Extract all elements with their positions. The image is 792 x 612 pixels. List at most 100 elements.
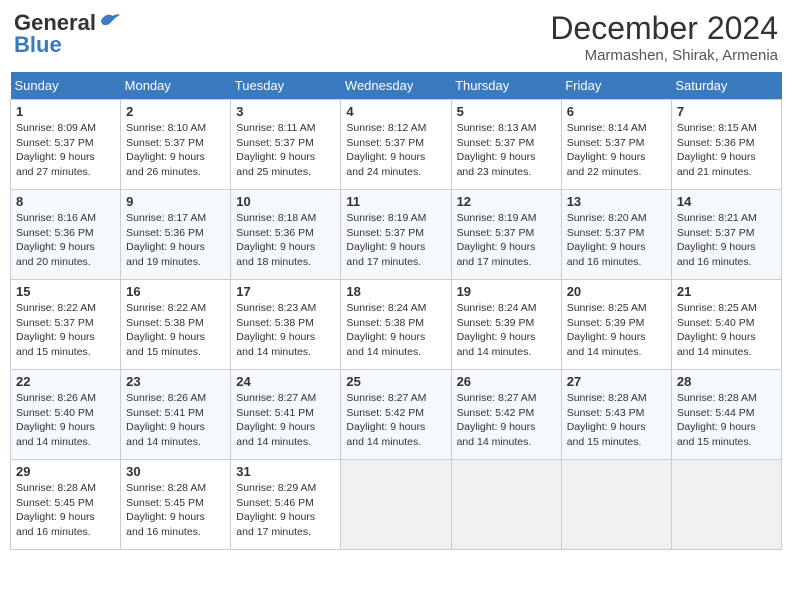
day-info: Sunrise: 8:25 AM Sunset: 5:39 PM Dayligh… bbox=[567, 301, 666, 360]
daylight-label: Daylight: 9 hours and 25 minutes. bbox=[236, 151, 315, 178]
sunrise-label: Sunrise: 8:28 AM bbox=[567, 392, 647, 404]
day-number: 25 bbox=[346, 374, 445, 389]
day-number: 31 bbox=[236, 464, 335, 479]
sunset-label: Sunset: 5:38 PM bbox=[236, 317, 314, 329]
day-info: Sunrise: 8:28 AM Sunset: 5:45 PM Dayligh… bbox=[16, 481, 115, 540]
calendar-day-cell: 17 Sunrise: 8:23 AM Sunset: 5:38 PM Dayl… bbox=[231, 280, 341, 370]
logo-bird-icon bbox=[99, 12, 121, 30]
day-number: 2 bbox=[126, 104, 225, 119]
day-info: Sunrise: 8:20 AM Sunset: 5:37 PM Dayligh… bbox=[567, 211, 666, 270]
calendar-day-cell: 14 Sunrise: 8:21 AM Sunset: 5:37 PM Dayl… bbox=[671, 190, 781, 280]
day-number: 22 bbox=[16, 374, 115, 389]
day-info: Sunrise: 8:14 AM Sunset: 5:37 PM Dayligh… bbox=[567, 121, 666, 180]
daylight-label: Daylight: 9 hours and 17 minutes. bbox=[457, 241, 536, 268]
daylight-label: Daylight: 9 hours and 22 minutes. bbox=[567, 151, 646, 178]
day-info: Sunrise: 8:26 AM Sunset: 5:41 PM Dayligh… bbox=[126, 391, 225, 450]
day-of-week-header: Sunday bbox=[11, 72, 121, 100]
sunrise-label: Sunrise: 8:26 AM bbox=[126, 392, 206, 404]
day-number: 7 bbox=[677, 104, 776, 119]
day-info: Sunrise: 8:28 AM Sunset: 5:43 PM Dayligh… bbox=[567, 391, 666, 450]
daylight-label: Daylight: 9 hours and 24 minutes. bbox=[346, 151, 425, 178]
day-info: Sunrise: 8:09 AM Sunset: 5:37 PM Dayligh… bbox=[16, 121, 115, 180]
day-number: 13 bbox=[567, 194, 666, 209]
daylight-label: Daylight: 9 hours and 14 minutes. bbox=[457, 331, 536, 358]
daylight-label: Daylight: 9 hours and 27 minutes. bbox=[16, 151, 95, 178]
sunset-label: Sunset: 5:37 PM bbox=[346, 137, 424, 149]
daylight-label: Daylight: 9 hours and 15 minutes. bbox=[126, 331, 205, 358]
sunrise-label: Sunrise: 8:28 AM bbox=[677, 392, 757, 404]
daylight-label: Daylight: 9 hours and 14 minutes. bbox=[126, 421, 205, 448]
daylight-label: Daylight: 9 hours and 15 minutes. bbox=[567, 421, 646, 448]
day-number: 11 bbox=[346, 194, 445, 209]
sunrise-label: Sunrise: 8:29 AM bbox=[236, 482, 316, 494]
sunset-label: Sunset: 5:37 PM bbox=[677, 227, 755, 239]
calendar-table: SundayMondayTuesdayWednesdayThursdayFrid… bbox=[10, 72, 782, 550]
sunset-label: Sunset: 5:37 PM bbox=[126, 137, 204, 149]
sunset-label: Sunset: 5:40 PM bbox=[677, 317, 755, 329]
day-number: 10 bbox=[236, 194, 335, 209]
location: Marmashen, Shirak, Armenia bbox=[550, 47, 778, 64]
sunset-label: Sunset: 5:42 PM bbox=[457, 407, 535, 419]
page-header: General Blue December 2024 Marmashen, Sh… bbox=[10, 10, 782, 64]
sunrise-label: Sunrise: 8:11 AM bbox=[236, 122, 315, 134]
calendar-day-cell: 28 Sunrise: 8:28 AM Sunset: 5:44 PM Dayl… bbox=[671, 370, 781, 460]
calendar-day-cell: 11 Sunrise: 8:19 AM Sunset: 5:37 PM Dayl… bbox=[341, 190, 451, 280]
day-number: 3 bbox=[236, 104, 335, 119]
day-info: Sunrise: 8:27 AM Sunset: 5:42 PM Dayligh… bbox=[346, 391, 445, 450]
day-number: 18 bbox=[346, 284, 445, 299]
sunset-label: Sunset: 5:40 PM bbox=[16, 407, 94, 419]
sunset-label: Sunset: 5:37 PM bbox=[457, 137, 535, 149]
daylight-label: Daylight: 9 hours and 14 minutes. bbox=[346, 421, 425, 448]
day-number: 19 bbox=[457, 284, 556, 299]
sunrise-label: Sunrise: 8:27 AM bbox=[346, 392, 426, 404]
calendar-day-cell: 10 Sunrise: 8:18 AM Sunset: 5:36 PM Dayl… bbox=[231, 190, 341, 280]
daylight-label: Daylight: 9 hours and 14 minutes. bbox=[236, 421, 315, 448]
daylight-label: Daylight: 9 hours and 18 minutes. bbox=[236, 241, 315, 268]
sunset-label: Sunset: 5:37 PM bbox=[16, 137, 94, 149]
sunset-label: Sunset: 5:36 PM bbox=[16, 227, 94, 239]
calendar-day-cell: 25 Sunrise: 8:27 AM Sunset: 5:42 PM Dayl… bbox=[341, 370, 451, 460]
calendar-day-cell: 8 Sunrise: 8:16 AM Sunset: 5:36 PM Dayli… bbox=[11, 190, 121, 280]
daylight-label: Daylight: 9 hours and 14 minutes. bbox=[16, 421, 95, 448]
sunrise-label: Sunrise: 8:22 AM bbox=[16, 302, 96, 314]
day-number: 24 bbox=[236, 374, 335, 389]
day-info: Sunrise: 8:19 AM Sunset: 5:37 PM Dayligh… bbox=[346, 211, 445, 270]
calendar-day-cell: 21 Sunrise: 8:25 AM Sunset: 5:40 PM Dayl… bbox=[671, 280, 781, 370]
sunrise-label: Sunrise: 8:18 AM bbox=[236, 212, 316, 224]
daylight-label: Daylight: 9 hours and 16 minutes. bbox=[567, 241, 646, 268]
calendar-day-cell: 15 Sunrise: 8:22 AM Sunset: 5:37 PM Dayl… bbox=[11, 280, 121, 370]
calendar-day-cell: 22 Sunrise: 8:26 AM Sunset: 5:40 PM Dayl… bbox=[11, 370, 121, 460]
sunset-label: Sunset: 5:46 PM bbox=[236, 497, 314, 509]
calendar-day-cell: 27 Sunrise: 8:28 AM Sunset: 5:43 PM Dayl… bbox=[561, 370, 671, 460]
day-number: 15 bbox=[16, 284, 115, 299]
sunrise-label: Sunrise: 8:23 AM bbox=[236, 302, 316, 314]
daylight-label: Daylight: 9 hours and 14 minutes. bbox=[457, 421, 536, 448]
day-of-week-header: Thursday bbox=[451, 72, 561, 100]
sunrise-label: Sunrise: 8:12 AM bbox=[346, 122, 426, 134]
sunrise-label: Sunrise: 8:25 AM bbox=[567, 302, 647, 314]
day-info: Sunrise: 8:22 AM Sunset: 5:37 PM Dayligh… bbox=[16, 301, 115, 360]
calendar-day-cell: 20 Sunrise: 8:25 AM Sunset: 5:39 PM Dayl… bbox=[561, 280, 671, 370]
day-of-week-header: Friday bbox=[561, 72, 671, 100]
day-number: 20 bbox=[567, 284, 666, 299]
calendar-week-row: 15 Sunrise: 8:22 AM Sunset: 5:37 PM Dayl… bbox=[11, 280, 782, 370]
sunrise-label: Sunrise: 8:28 AM bbox=[126, 482, 206, 494]
daylight-label: Daylight: 9 hours and 14 minutes. bbox=[567, 331, 646, 358]
day-number: 17 bbox=[236, 284, 335, 299]
day-info: Sunrise: 8:28 AM Sunset: 5:44 PM Dayligh… bbox=[677, 391, 776, 450]
sunset-label: Sunset: 5:41 PM bbox=[236, 407, 314, 419]
day-info: Sunrise: 8:13 AM Sunset: 5:37 PM Dayligh… bbox=[457, 121, 556, 180]
day-info: Sunrise: 8:26 AM Sunset: 5:40 PM Dayligh… bbox=[16, 391, 115, 450]
calendar-day-cell: 13 Sunrise: 8:20 AM Sunset: 5:37 PM Dayl… bbox=[561, 190, 671, 280]
day-of-week-header: Wednesday bbox=[341, 72, 451, 100]
calendar-day-cell: 26 Sunrise: 8:27 AM Sunset: 5:42 PM Dayl… bbox=[451, 370, 561, 460]
day-info: Sunrise: 8:22 AM Sunset: 5:38 PM Dayligh… bbox=[126, 301, 225, 360]
day-info: Sunrise: 8:27 AM Sunset: 5:41 PM Dayligh… bbox=[236, 391, 335, 450]
day-number: 21 bbox=[677, 284, 776, 299]
sunset-label: Sunset: 5:36 PM bbox=[126, 227, 204, 239]
day-number: 8 bbox=[16, 194, 115, 209]
sunset-label: Sunset: 5:42 PM bbox=[346, 407, 424, 419]
calendar-day-cell: 2 Sunrise: 8:10 AM Sunset: 5:37 PM Dayli… bbox=[121, 100, 231, 190]
day-info: Sunrise: 8:25 AM Sunset: 5:40 PM Dayligh… bbox=[677, 301, 776, 360]
sunset-label: Sunset: 5:45 PM bbox=[16, 497, 94, 509]
